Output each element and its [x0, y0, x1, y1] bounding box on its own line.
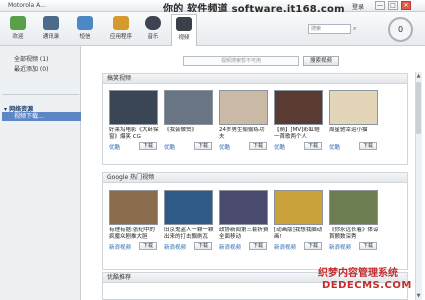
download-button[interactable]: 下载: [249, 142, 267, 150]
video-source: 优酷: [329, 145, 341, 151]
video-thumbnail[interactable]: [164, 90, 213, 125]
video-title[interactable]: 政协新闻第三套折费全面移动: [219, 227, 269, 241]
video-source: 新浪视频: [164, 245, 187, 251]
apps-icon: [113, 16, 129, 30]
download-button[interactable]: 下载: [139, 242, 157, 250]
video-source: 优酷: [274, 145, 286, 151]
tool-welcome[interactable]: 欢迎: [5, 14, 31, 45]
download-button[interactable]: 下载: [139, 142, 157, 150]
main-toolbar: 欢迎 通讯录 短信 应用程序 音乐 视频 搜索 ⌕ 0: [0, 12, 425, 46]
section-title: 搞笑视频: [103, 74, 407, 84]
video-thumbnail[interactable]: [274, 190, 323, 225]
video-title[interactable]: 《我会做赞》: [164, 127, 214, 141]
sidebar-item-all-videos[interactable]: 全部视频 (1): [14, 54, 48, 63]
toolbar-search-input[interactable]: 搜索: [308, 24, 351, 34]
video-thumbnail[interactable]: [219, 90, 268, 125]
sidebar-item-recent[interactable]: 最近添加 (0): [14, 64, 48, 73]
tool-video[interactable]: 视频: [171, 14, 197, 46]
video-thumbnail[interactable]: [329, 190, 378, 225]
music-icon: [145, 16, 161, 30]
video-source: 优酷: [164, 145, 176, 151]
video-title[interactable]: 24岁男生偷偷练功夫: [219, 127, 269, 141]
sidebar: 全部视频 (1) 最近添加 (0) ▾ 网络资源 视频下载...: [0, 46, 81, 300]
close-button[interactable]: ✕: [401, 1, 411, 10]
app-title: Motorola A...: [8, 2, 46, 9]
video-title[interactable]: [动画版]我想我脑动画!: [274, 227, 324, 241]
download-button[interactable]: 下载: [304, 242, 322, 250]
watermark-bottom: 织梦内容管理系统 DEDECMS.COM: [318, 264, 425, 300]
tool-label: 通讯录: [42, 34, 60, 40]
video-title[interactable]: 旧京鬼盗人一颗一颗出来的打击飘刷瓦: [164, 227, 214, 241]
welcome-icon: [10, 16, 26, 30]
video-source: 新浪视频: [329, 245, 352, 251]
minimize-button[interactable]: —: [375, 1, 385, 10]
video-thumbnail[interactable]: [109, 90, 158, 125]
tool-label: 短信: [79, 34, 91, 40]
video-title[interactable]: 有理有据:张纪中的疯魔众剧推大胆: [109, 227, 159, 241]
video-source: 新浪视频: [274, 245, 297, 251]
download-button[interactable]: 下载: [249, 242, 267, 250]
title-bar: Motorola A... 你的 软件频道 software.it168.com…: [0, 0, 425, 15]
tool-label: 应用程序: [109, 34, 132, 40]
video-source: 新浪视频: [219, 245, 242, 251]
login-button[interactable]: 登录: [352, 2, 364, 11]
download-button[interactable]: 下载: [359, 142, 377, 150]
download-button[interactable]: 下载: [194, 242, 212, 250]
sidebar-divider: [2, 94, 79, 95]
sms-icon: [77, 16, 93, 30]
tool-label: 音乐: [147, 34, 159, 40]
video-source: 优酷: [219, 145, 231, 151]
section-title: Google 热门视频: [103, 173, 407, 183]
watermark-cn: 织梦内容管理系统: [318, 268, 398, 279]
video-thumbnail[interactable]: [219, 190, 268, 225]
maximize-button[interactable]: □: [388, 1, 398, 10]
scroll-up-arrow-icon[interactable]: ▲: [416, 73, 421, 79]
watermark-en: DEDECMS.COM: [322, 280, 412, 291]
tool-label: 欢迎: [12, 34, 24, 40]
video-search-button[interactable]: 搜索视频: [303, 56, 339, 66]
video-source: 优酷: [109, 145, 121, 151]
tool-music[interactable]: 音乐: [140, 14, 166, 45]
video-title[interactable]: 好莱坞电影《大卧探窗》爆笑 CG: [109, 127, 159, 141]
video-thumbnail[interactable]: [164, 190, 213, 225]
video-search-input[interactable]: 视频搜索暂不可用: [183, 56, 299, 66]
video-thumbnail[interactable]: [274, 90, 323, 125]
video-thumbnail[interactable]: [109, 190, 158, 225]
download-button[interactable]: 下载: [304, 142, 322, 150]
video-title[interactable]: 周星驰幸运小猫: [329, 127, 379, 141]
video-icon: [176, 17, 192, 31]
main-panel: 视频搜索暂不可用 搜索视频 搞笑视频 Google 热门视频 优酷推荐 好莱坞电…: [82, 46, 425, 300]
tool-contacts[interactable]: 通讯录: [38, 14, 64, 45]
video-thumbnail[interactable]: [329, 90, 378, 125]
contacts-icon: [43, 16, 59, 30]
tool-label: 视频: [178, 35, 190, 41]
video-title[interactable]: 【萌】[MV]彩虹蛙 一首歌两个人: [274, 127, 324, 141]
download-button[interactable]: 下载: [359, 242, 377, 250]
video-source: 新浪视频: [109, 245, 132, 251]
tool-sms[interactable]: 短信: [72, 14, 98, 45]
device-status-badge[interactable]: 0: [388, 17, 413, 42]
scrollbar-thumb[interactable]: [416, 82, 421, 134]
search-icon[interactable]: ⌕: [353, 25, 362, 33]
sidebar-item-video-download[interactable]: 视频下载...: [2, 112, 81, 121]
tool-apps[interactable]: 应用程序: [106, 14, 136, 45]
video-title[interactable]: 《你永远长着》体谅 首颤数深秀: [329, 227, 379, 241]
download-button[interactable]: 下载: [194, 142, 212, 150]
